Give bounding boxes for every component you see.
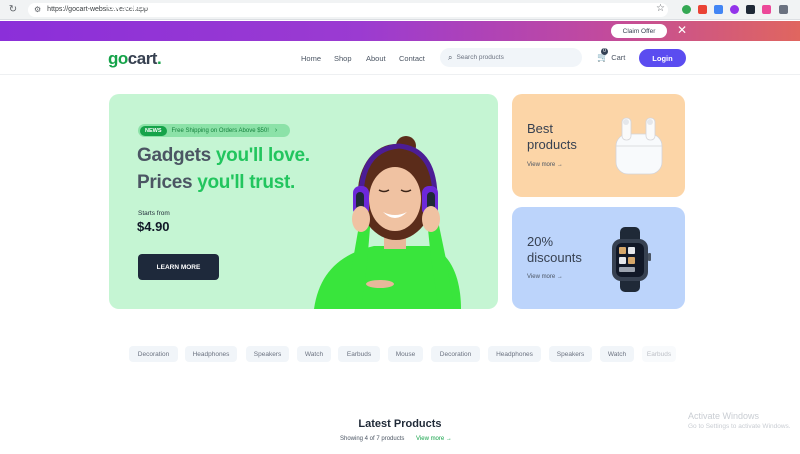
disc-line2: discounts [527, 250, 582, 265]
search-box[interactable]: ⌕ [440, 48, 582, 67]
extension-icon[interactable] [682, 5, 691, 14]
latest-products-title: Latest Products [358, 418, 442, 430]
reload-icon[interactable]: ↻ [6, 4, 20, 15]
nav-shop[interactable]: Shop [334, 54, 352, 63]
extension-icon[interactable] [730, 5, 739, 14]
discounts-view-more-link[interactable]: View more → [527, 274, 563, 280]
category-chip[interactable]: Earbuds [338, 346, 380, 362]
cart-label: Cart [611, 53, 626, 62]
logo-dot: . [156, 49, 162, 68]
cart-button[interactable]: 🛒 0 Cart [597, 48, 626, 63]
hero-headline-line1: Gadgets you'll love. [137, 145, 310, 167]
category-chip[interactable]: Earbuds [642, 346, 676, 362]
category-chip[interactable]: Watch [600, 346, 634, 362]
nav-contact[interactable]: Contact [399, 54, 425, 63]
search-input[interactable] [456, 54, 567, 61]
search-icon: ⌕ [448, 52, 453, 62]
watermark-line2: Go to Settings to activate Windows. [688, 423, 791, 430]
extension-icon[interactable] [698, 5, 707, 14]
logo[interactable]: gocart. [108, 49, 162, 69]
news-tag: NEWS [140, 125, 167, 136]
cart-icon: 🛒 0 [597, 48, 609, 62]
hero-line2-b: you'll trust. [197, 172, 295, 193]
discounts-title: 20% discounts [527, 234, 582, 266]
extensions-puzzle-icon[interactable] [779, 5, 788, 14]
hero-price: $4.90 [137, 219, 170, 234]
latest-view-more-link[interactable]: View more → [416, 436, 452, 442]
extension-icon[interactable] [746, 5, 755, 14]
close-icon[interactable]: ✕ [677, 23, 687, 37]
best-products-title: Best products [527, 121, 577, 153]
category-chip[interactable]: Decoration [431, 346, 480, 362]
best-line1: Best [527, 121, 554, 136]
hero-headline-line2: Prices you'll trust. [137, 172, 295, 194]
best-line2: products [527, 137, 577, 152]
category-chip[interactable]: Mouse [388, 346, 423, 362]
latest-products-count: Showing 4 of 7 products [340, 436, 405, 442]
category-chip[interactable]: Speakers [246, 346, 289, 362]
category-chip[interactable]: Decoration [129, 346, 178, 362]
disc-line1: 20% [527, 234, 554, 249]
promo-text: Get 30% OFF on Your First Order! [108, 5, 220, 12]
login-button[interactable]: Login [639, 49, 686, 67]
watermark-line1: Activate Windows [688, 411, 760, 421]
hero-line1-b: you'll love. [215, 145, 310, 166]
news-pill[interactable]: NEWS Free Shipping on Orders Above $50! … [138, 124, 290, 137]
category-chip[interactable]: Watch [297, 346, 331, 362]
windows-activation-watermark: Activate Windows Go to Settings to activ… [688, 411, 791, 430]
site-info-icon[interactable]: ⚙ [34, 5, 41, 14]
chevron-right-icon: › [274, 127, 278, 134]
news-text: Free Shipping on Orders Above $50! [171, 127, 269, 134]
best-view-more-link[interactable]: View more → [527, 162, 563, 168]
extension-icon[interactable] [714, 5, 723, 14]
starts-from-label: Starts from [138, 210, 170, 217]
cart-count-badge: 0 [601, 48, 608, 55]
bookmark-star-icon[interactable]: ☆ [656, 3, 665, 14]
logo-go: go [108, 49, 128, 68]
logo-cart: cart [127, 49, 158, 68]
learn-more-button[interactable]: LEARN MORE [138, 254, 219, 280]
nav-about[interactable]: About [366, 54, 386, 63]
category-chip[interactable]: Speakers [549, 346, 592, 362]
claim-offer-button[interactable]: Claim Offer [611, 24, 667, 38]
extension-icon[interactable] [762, 5, 771, 14]
hero-line1-a: Gadgets [137, 145, 216, 166]
hero-line2-a: Prices [137, 172, 198, 193]
nav-home[interactable]: Home [301, 54, 321, 63]
category-chip[interactable]: Headphones [185, 346, 237, 362]
category-chip[interactable]: Headphones [488, 346, 541, 362]
